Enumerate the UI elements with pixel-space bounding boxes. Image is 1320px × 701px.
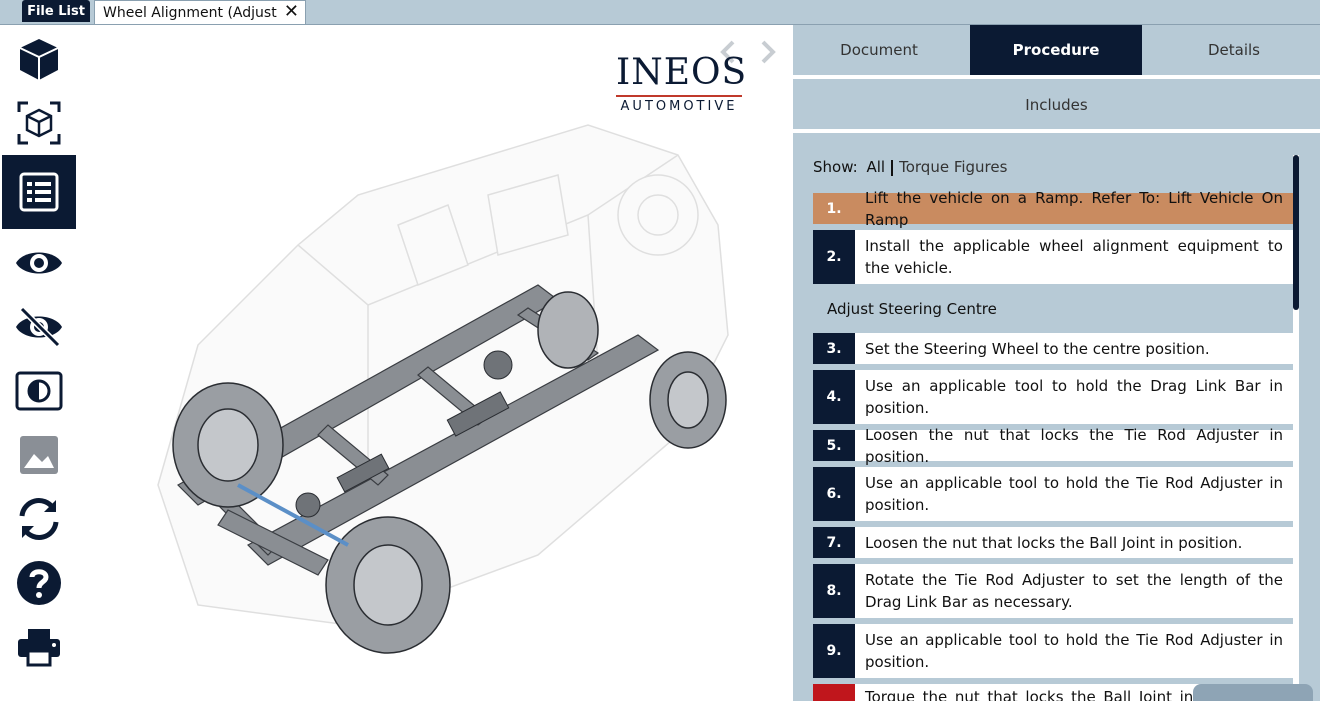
tab-document[interactable]: Wheel Alignment (Adjust an ✕ <box>94 0 306 24</box>
vehicle-chassis-illustration[interactable] <box>118 105 758 665</box>
step-text: Loosen the nut that locks the Tie Rod Ad… <box>865 425 1283 466</box>
step-text: Install the applicable wheel alignment e… <box>865 237 1283 277</box>
step-3[interactable]: 3. Set the Steering Wheel to the centre … <box>813 333 1293 364</box>
sidebar-item-contrast[interactable] <box>2 359 76 423</box>
sidebar-item-help[interactable] <box>2 551 76 615</box>
tab-bar: File List Wheel Alignment (Adjust an ✕ <box>0 0 1320 24</box>
3d-viewer[interactable]: INEOS AUTOMOTIVE <box>78 25 792 701</box>
close-icon[interactable]: ✕ <box>284 1 299 22</box>
procedure-panel: Document Procedure Details Includes Show… <box>793 25 1320 701</box>
step-number: 1. <box>813 193 855 224</box>
sidebar-item-document[interactable] <box>2 155 76 229</box>
print-icon <box>18 629 60 667</box>
step-number: 8. <box>813 564 855 618</box>
step-text: Use an applicable tool to hold the Drag … <box>865 377 1283 417</box>
eye-icon <box>16 252 62 274</box>
sidebar-item-hide[interactable] <box>2 295 76 359</box>
tab-separator <box>793 75 1320 79</box>
step-4[interactable]: 4. Use an applicable tool to hold the Dr… <box>813 370 1293 424</box>
step-text: Rotate the Tie Rod Adjuster to set the l… <box>865 571 1283 611</box>
image-icon <box>20 436 58 474</box>
show-filter: Show: All Torque Figures <box>813 158 1007 176</box>
logo-brand: INEOS <box>616 52 748 93</box>
sidebar-item-model[interactable] <box>2 27 76 91</box>
includes-section[interactable]: Includes <box>793 81 1320 129</box>
section-heading: Adjust Steering Centre <box>827 300 997 318</box>
step-number: 5. <box>813 430 855 461</box>
tab-document-view[interactable]: Document <box>793 25 965 75</box>
sidebar-item-refresh[interactable] <box>2 487 76 551</box>
main-window: INEOS AUTOMOTIVE Document Procedure Deta… <box>0 24 1320 701</box>
contrast-icon <box>15 371 63 411</box>
step-2[interactable]: 2. Install the applicable wheel alignmen… <box>813 230 1293 284</box>
filter-torque-figures[interactable]: Torque Figures <box>899 158 1007 176</box>
logo-divider <box>616 95 742 97</box>
includes-separator <box>793 129 1320 133</box>
step-number: 2. <box>813 230 855 284</box>
filter-all[interactable]: All <box>867 158 886 176</box>
step-9[interactable]: 9. Use an applicable tool to hold the Ti… <box>813 624 1293 678</box>
show-label: Show: <box>813 158 858 176</box>
step-text: Use an applicable tool to hold the Tie R… <box>865 631 1283 671</box>
eye-off-icon <box>16 306 62 348</box>
step-number: 7. <box>813 527 855 558</box>
sidebar-item-image[interactable] <box>2 423 76 487</box>
sync-icon <box>19 498 59 540</box>
step-text: Set the Steering Wheel to the centre pos… <box>865 339 1210 358</box>
step-1[interactable]: 1. Lift the vehicle on a Ramp. Refer To:… <box>813 188 1293 229</box>
sidebar <box>0 25 79 701</box>
scrollbar-thumb[interactable] <box>1293 155 1299 310</box>
step-number: 3. <box>813 333 855 364</box>
page-indicator[interactable] <box>1193 684 1313 701</box>
step-text: Lift the vehicle on a Ramp. Refer To: Li… <box>865 188 1283 229</box>
cube-icon <box>19 39 59 80</box>
tab-details[interactable]: Details <box>1148 25 1320 75</box>
tab-procedure[interactable]: Procedure <box>970 25 1142 75</box>
step-text: Loosen the nut that locks the Ball Joint… <box>865 533 1243 552</box>
list-document-icon <box>19 172 59 212</box>
step-number: 4. <box>813 370 855 424</box>
step-8[interactable]: 8. Rotate the Tie Rod Adjuster to set th… <box>813 564 1293 618</box>
tab-file-list[interactable]: File List <box>22 0 90 22</box>
step-number: 9. <box>813 624 855 678</box>
step-7[interactable]: 7. Loosen the nut that locks the Ball Jo… <box>813 527 1293 558</box>
step-number: 6. <box>813 467 855 521</box>
sidebar-item-show[interactable] <box>2 231 76 295</box>
3d-view-icon <box>17 101 61 145</box>
chevron-right-icon[interactable] <box>758 39 778 65</box>
filter-divider <box>891 159 894 176</box>
step-number <box>813 684 855 701</box>
sidebar-item-3d-view[interactable] <box>2 91 76 155</box>
step-5[interactable]: 5. Loosen the nut that locks the Tie Rod… <box>813 425 1293 466</box>
step-text: Use an applicable tool to hold the Tie R… <box>865 474 1283 514</box>
help-icon <box>17 561 61 605</box>
sidebar-item-print[interactable] <box>2 615 76 679</box>
tab-document-title: Wheel Alignment (Adjust an <box>103 4 279 21</box>
step-6[interactable]: 6. Use an applicable tool to hold the Ti… <box>813 467 1293 521</box>
